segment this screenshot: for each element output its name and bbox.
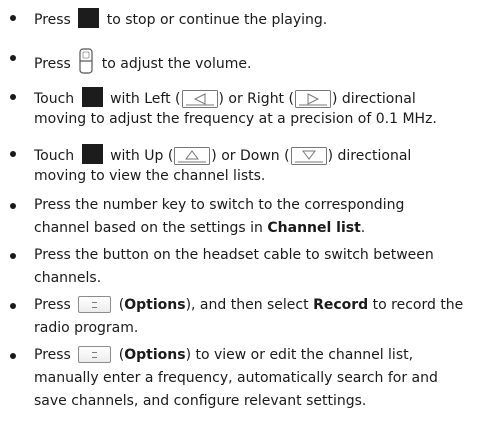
bold-term: Record <box>313 297 369 313</box>
text-run: save channels, and configure relevant se… <box>34 393 367 409</box>
text-run: Press <box>34 297 76 313</box>
play-pause-key-icon <box>78 8 100 28</box>
text-run: Touch <box>34 91 79 107</box>
list-item-line: Press (Options), and then select Record … <box>34 296 463 314</box>
text-run: ) directional <box>327 148 412 164</box>
list-item-line: manually enter a frequency, automaticall… <box>34 369 438 387</box>
text-run: ) or Right ( <box>218 91 294 107</box>
text-run: radio program. <box>34 320 139 336</box>
text-run: ) or Down ( <box>211 148 290 164</box>
list-item-line: Press to stop or continue the playing. <box>34 8 327 29</box>
text-run: Touch <box>34 148 79 164</box>
list-item-line: channel based on the settings in Channel… <box>34 219 365 237</box>
list-item-line: Press (Options) to view or edit the chan… <box>34 346 413 364</box>
text-run: channel based on the settings in <box>34 220 268 236</box>
text-run: with Left ( <box>105 91 181 107</box>
text-run: to record the <box>368 297 464 313</box>
down-arrow-key-icon <box>290 147 327 165</box>
text-run: Press the button on the headset cable to… <box>34 247 434 263</box>
list-item-line: moving to adjust the frequency at a prec… <box>34 110 437 128</box>
list-item-line: Press the number key to switch to the co… <box>34 196 404 214</box>
text-run: ) directional <box>331 91 416 107</box>
up-arrow-key-icon <box>174 147 211 165</box>
text-run: ( <box>114 347 125 363</box>
list-item-line: save channels, and configure relevant se… <box>34 392 366 410</box>
text-run: ), and then select <box>185 297 314 313</box>
bold-term: Options <box>124 297 186 313</box>
list-item-line: channels. <box>34 269 101 287</box>
left-arrow-key-icon <box>181 90 218 108</box>
play-pause-key-icon <box>81 87 103 107</box>
bullet-icon <box>10 303 16 309</box>
bullet-icon <box>10 203 16 209</box>
list-item-line: moving to view the channel lists. <box>34 167 265 185</box>
text-run: . <box>360 220 366 236</box>
text-run: Press <box>34 347 76 363</box>
bullet-icon <box>10 151 16 157</box>
play-pause-key-icon <box>81 144 103 164</box>
text-run: to stop or continue the playing. <box>102 12 328 28</box>
bullet-icon <box>10 94 16 100</box>
list-item-line: Press the button on the headset cable to… <box>34 246 434 264</box>
text-run: Press the number key to switch to the co… <box>34 197 405 213</box>
text-run: ) to view or edit the channel list, <box>185 347 414 363</box>
bullet-icon <box>10 253 16 259</box>
options-key-icon <box>78 296 112 313</box>
text-run: moving to view the channel lists. <box>34 168 266 184</box>
volume-key-icon <box>79 48 93 74</box>
list-item-line: Press to adjust the volume. <box>34 48 251 74</box>
list-item-line: radio program. <box>34 319 138 337</box>
list-item-line: Touch with Up ( ) or Down ( ) directional <box>34 144 411 165</box>
bullet-icon <box>10 55 16 61</box>
text-run: Press <box>34 12 76 28</box>
text-run: manually enter a frequency, automaticall… <box>34 370 438 386</box>
bold-term: Channel list <box>267 220 361 236</box>
bullet-icon <box>10 15 16 21</box>
text-run: moving to adjust the frequency at a prec… <box>34 111 437 127</box>
bullet-icon <box>10 353 16 359</box>
text-run: channels. <box>34 270 102 286</box>
right-arrow-key-icon <box>294 90 331 108</box>
options-key-icon <box>78 346 112 363</box>
list-item-line: Touch with Left ( ) or Right ( ) direction… <box>34 87 416 108</box>
text-run: with Up ( <box>105 148 174 164</box>
bold-term: Options <box>124 347 186 363</box>
text-run: Press <box>34 56 76 72</box>
text-run: ( <box>114 297 125 313</box>
text-run: to adjust the volume. <box>97 56 252 72</box>
